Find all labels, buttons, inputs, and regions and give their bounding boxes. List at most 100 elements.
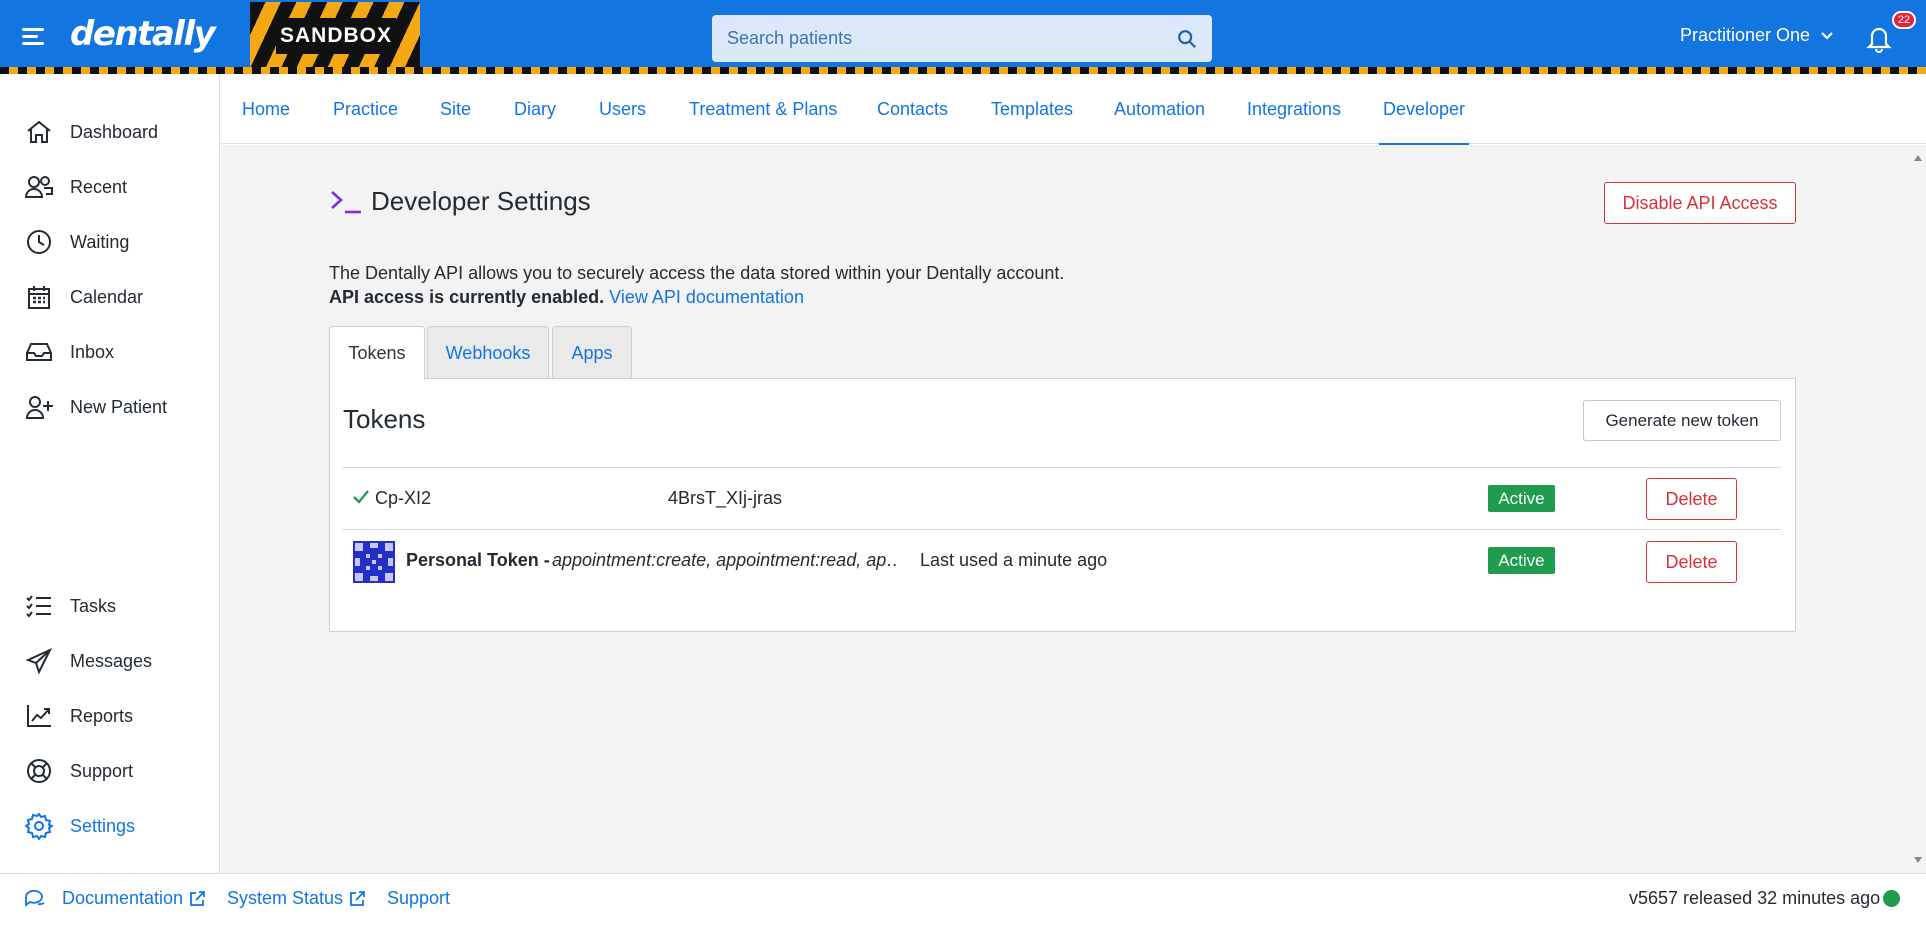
chat-icon[interactable] bbox=[24, 888, 46, 908]
tab-site[interactable]: Site bbox=[440, 74, 471, 144]
app-logo[interactable]: dentally bbox=[70, 14, 216, 54]
terminal-icon bbox=[331, 190, 361, 213]
system-status-indicator bbox=[1883, 890, 1900, 907]
gear-icon bbox=[24, 811, 54, 841]
sidebar-item-label: Messages bbox=[70, 650, 153, 671]
tab-integrations[interactable]: Integrations bbox=[1247, 74, 1341, 144]
top-bar: dentally SANDBOX Practitioner One 22 bbox=[0, 0, 1926, 74]
tasks-icon bbox=[24, 591, 54, 621]
external-link-icon bbox=[350, 890, 365, 906]
tab-tokens[interactable]: Tokens bbox=[329, 326, 425, 380]
scroll-down-arrow[interactable] bbox=[1914, 857, 1922, 863]
sidebar-item-waiting[interactable]: Waiting bbox=[0, 219, 219, 265]
menu-icon[interactable] bbox=[22, 26, 48, 48]
sidebar-item-support[interactable]: Support bbox=[0, 748, 219, 794]
sidebar-item-messages[interactable]: Messages bbox=[0, 638, 219, 684]
sandbox-banner: SANDBOX bbox=[250, 2, 420, 68]
clock-icon bbox=[24, 227, 54, 257]
sidebar-item-label: Support bbox=[70, 760, 134, 781]
sidebar-item-settings[interactable]: Settings bbox=[0, 803, 219, 849]
sidebar-item-calendar[interactable]: Calendar bbox=[0, 274, 219, 320]
settings-subnav: Home Practice Site Diary Users Treatment… bbox=[221, 74, 1926, 145]
sidebar-item-label: Calendar bbox=[70, 286, 144, 307]
scrollbar[interactable] bbox=[1910, 145, 1926, 873]
sidebar-item-label: Inbox bbox=[70, 341, 115, 362]
users-icon bbox=[24, 172, 54, 202]
sidebar-item-reports[interactable]: Reports bbox=[0, 693, 219, 739]
sidebar-item-label: Tasks bbox=[70, 595, 117, 616]
tab-diary[interactable]: Diary bbox=[514, 74, 556, 144]
sidebar-item-label: New Patient bbox=[70, 396, 168, 417]
token-name: Personal Token - bbox=[406, 550, 550, 570]
sidebar-item-label: Reports bbox=[70, 705, 134, 726]
paper-plane-icon bbox=[24, 646, 54, 676]
calendar-icon bbox=[24, 282, 54, 312]
search-input[interactable] bbox=[712, 15, 1152, 62]
notification-badge: 22 bbox=[1892, 11, 1916, 29]
chart-line-icon bbox=[24, 701, 54, 731]
footer: Documentation System Status Support v565… bbox=[0, 873, 1926, 925]
tab-apps[interactable]: Apps bbox=[552, 326, 632, 379]
search-box bbox=[712, 15, 1212, 62]
sidebar-item-label: Dashboard bbox=[70, 121, 159, 142]
sidebar: Dashboard Recent Waiting Calendar Inbox … bbox=[0, 74, 220, 873]
page-title-text: Developer Settings bbox=[371, 186, 591, 216]
inbox-icon bbox=[24, 337, 54, 367]
delete-token-button[interactable]: Delete bbox=[1646, 541, 1737, 583]
table-divider bbox=[342, 529, 1781, 530]
footer-support-link[interactable]: Support bbox=[387, 888, 450, 909]
external-link-icon bbox=[190, 890, 205, 906]
tab-automation[interactable]: Automation bbox=[1114, 74, 1205, 144]
chevron-down-icon bbox=[1821, 31, 1833, 40]
disable-api-access-button[interactable]: Disable API Access bbox=[1604, 182, 1796, 224]
system-status-link[interactable]: System Status bbox=[227, 888, 366, 909]
tab-practice[interactable]: Practice bbox=[333, 74, 398, 144]
sidebar-item-inbox[interactable]: Inbox bbox=[0, 329, 219, 375]
sidebar-item-tasks[interactable]: Tasks bbox=[0, 583, 219, 629]
tokens-heading: Tokens bbox=[343, 404, 426, 434]
generate-new-token-button[interactable]: Generate new token bbox=[1583, 400, 1781, 441]
tab-users[interactable]: Users bbox=[599, 74, 646, 144]
hazard-border bbox=[0, 67, 1926, 74]
tab-contacts[interactable]: Contacts bbox=[877, 74, 948, 144]
tokens-card bbox=[329, 378, 1796, 632]
table-divider bbox=[342, 467, 1781, 468]
api-description: The Dentally API allows you to securely … bbox=[329, 261, 1064, 309]
tab-home[interactable]: Home bbox=[242, 74, 290, 144]
tab-templates[interactable]: Templates bbox=[991, 74, 1073, 144]
version-info: v5657 released 32 minutes ago bbox=[1629, 888, 1881, 908]
status-badge: Active bbox=[1488, 547, 1555, 574]
tab-developer[interactable]: Developer bbox=[1378, 74, 1470, 145]
token-value-end: 4BrsT_XIj-jras bbox=[668, 488, 783, 508]
tab-treatment-plans[interactable]: Treatment & Plans bbox=[689, 74, 837, 144]
home-icon bbox=[24, 117, 54, 147]
sidebar-item-dashboard[interactable]: Dashboard bbox=[0, 109, 219, 155]
system-status-label: System Status bbox=[227, 888, 344, 908]
sidebar-item-label: Waiting bbox=[70, 231, 130, 252]
api-status-text: API access is currently enabled. bbox=[329, 287, 605, 307]
page-title: Developer Settings bbox=[329, 186, 591, 217]
user-menu[interactable]: Practitioner One bbox=[1680, 25, 1834, 46]
sidebar-item-label: Recent bbox=[70, 176, 128, 197]
token-avatar bbox=[353, 541, 395, 583]
token-value-start: Cp-XI2 bbox=[375, 488, 432, 508]
api-documentation-link[interactable]: View API documentation bbox=[609, 287, 804, 307]
user-plus-icon bbox=[24, 392, 54, 422]
lifebuoy-icon bbox=[24, 756, 54, 786]
environment-label: SANDBOX bbox=[276, 18, 396, 54]
user-name: Practitioner One bbox=[1680, 25, 1811, 45]
delete-token-button[interactable]: Delete bbox=[1646, 478, 1737, 520]
bell-icon[interactable] bbox=[1864, 22, 1894, 54]
search-icon[interactable] bbox=[1176, 28, 1198, 50]
status-badge: Active bbox=[1488, 485, 1555, 512]
token-scopes: appointment:create, appointment:read, ap… bbox=[552, 550, 896, 570]
api-status-line: API access is currently enabled. View AP… bbox=[329, 285, 1064, 309]
documentation-link[interactable]: Documentation bbox=[62, 888, 206, 909]
check-icon bbox=[353, 490, 369, 504]
sidebar-item-recent[interactable]: Recent bbox=[0, 164, 219, 210]
token-last-used: Last used a minute ago bbox=[920, 550, 1108, 570]
documentation-label: Documentation bbox=[62, 888, 184, 908]
tab-webhooks[interactable]: Webhooks bbox=[427, 326, 549, 379]
sidebar-item-new-patient[interactable]: New Patient bbox=[0, 384, 219, 430]
scroll-up-arrow[interactable] bbox=[1914, 155, 1922, 161]
